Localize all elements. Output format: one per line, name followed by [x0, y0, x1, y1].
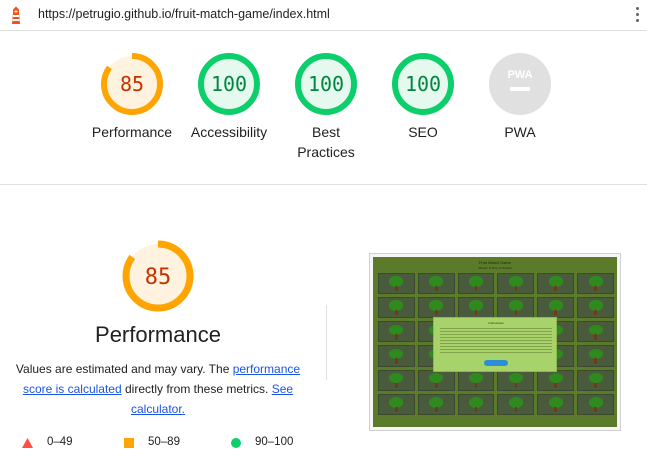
gauge-label: Best Practices [297, 124, 355, 160]
gauge-label: SEO [408, 124, 438, 140]
final-screenshot[interactable]: Fruit Match Game Moves: 0 Time: 0 Restar… [369, 253, 621, 431]
pwa-badge-text: PWA [507, 69, 532, 81]
screenshot-card [378, 321, 415, 343]
screenshot-card [497, 273, 535, 295]
legend-range: 90–100 [255, 436, 294, 448]
gauge-pwa[interactable]: PWA PWA [472, 51, 568, 142]
screenshot-card [577, 297, 614, 319]
pwa-badge-icon: PWA [489, 53, 551, 115]
score-legend: 0–49 50–89 90–100 [0, 436, 320, 452]
screenshot-card [417, 273, 455, 295]
screenshot-card [537, 273, 575, 295]
best-practices-gauge: 100 [295, 53, 357, 115]
legend-range: 50–89 [148, 436, 180, 448]
gauge-label: Performance [91, 124, 173, 140]
desc-text: Values are estimated and may vary. The [15, 362, 233, 376]
screenshot-card [417, 297, 455, 319]
screenshot-card [577, 321, 614, 343]
screenshot-modal-button [484, 360, 508, 366]
screenshot-card [577, 345, 614, 367]
screenshot-card [497, 297, 535, 319]
screenshot-card [497, 369, 535, 391]
more-vertical-icon[interactable] [631, 4, 643, 26]
screenshot-card [378, 345, 415, 367]
gauge-performance[interactable]: 85 Performance [84, 51, 180, 142]
screenshot-card [417, 369, 455, 391]
screenshot-modal: Instructions [433, 317, 557, 372]
section-divider [326, 305, 327, 380]
screenshot-page-stats: Moves: 0 Time: 0 Restart [478, 266, 512, 270]
screenshot-card [378, 393, 415, 415]
performance-large-gauge: 85 [122, 240, 194, 312]
performance-description: Values are estimated and may vary. The p… [12, 359, 304, 419]
screenshot-card [457, 297, 495, 319]
square-icon [124, 438, 134, 448]
gauge-accessibility[interactable]: 100 Accessibility [181, 51, 277, 142]
screenshot-card [378, 369, 415, 391]
triangle-icon [22, 438, 33, 448]
gauge-label: PWA [504, 124, 536, 140]
gauge-label: Accessibility [190, 124, 268, 140]
screenshot-card [417, 393, 455, 415]
screenshot-card [577, 273, 614, 295]
circle-icon [231, 438, 241, 448]
screenshot-card [457, 393, 495, 415]
screenshot-modal-text [440, 328, 552, 354]
performance-gauge: 85 [101, 53, 163, 115]
screenshot-card [537, 297, 575, 319]
screenshot-card [457, 369, 495, 391]
lighthouse-icon [12, 6, 20, 24]
gauge-score: 100 [405, 72, 441, 96]
screenshot-card [537, 369, 575, 391]
screenshot-card [577, 369, 614, 391]
screenshot-card [378, 297, 415, 319]
category-summary: 85 Performance 100 Accessibility 100 Bes… [0, 31, 647, 185]
screenshot-card [577, 393, 614, 415]
performance-score: 85 [145, 265, 172, 290]
screenshot-card [537, 393, 575, 415]
screenshot-image: Fruit Match Game Moves: 0 Time: 0 Restar… [373, 257, 617, 427]
gauge-best-practices[interactable]: 100 Best Practices [278, 51, 374, 162]
gauge-score: 100 [211, 72, 247, 96]
screenshot-card [378, 273, 415, 295]
seo-gauge: 100 [392, 53, 454, 115]
screenshot-page-title: Fruit Match Game [478, 260, 511, 265]
gauge-seo[interactable]: 100 SEO [375, 51, 471, 142]
gauge-score: 85 [120, 72, 144, 96]
screenshot-card [497, 393, 535, 415]
url-bar: https://petrugio.github.io/fruit-match-g… [0, 0, 647, 31]
accessibility-gauge: 100 [198, 53, 260, 115]
screenshot-card [457, 273, 495, 295]
legend-range: 0–49 [47, 436, 73, 448]
performance-title: Performance [95, 322, 221, 347]
page-url[interactable]: https://petrugio.github.io/fruit-match-g… [38, 7, 330, 21]
desc-text-mid: directly from these metrics. [121, 382, 272, 396]
gauge-score: 100 [308, 72, 344, 96]
screenshot-modal-title: Instructions [488, 321, 504, 325]
